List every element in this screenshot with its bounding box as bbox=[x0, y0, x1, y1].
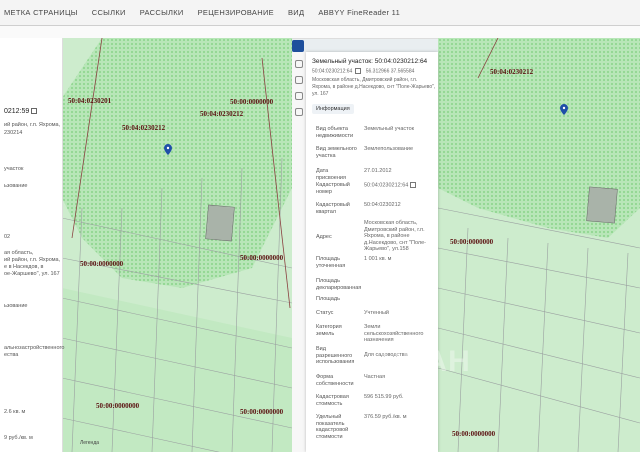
sidebar-line: 2.6 кв. м bbox=[4, 409, 26, 415]
word-ribbon: МЕТКА СТРАНИЦЫ ССЫЛКИ РАССЫЛКИ РЕЦЕНЗИРО… bbox=[0, 0, 640, 26]
map-label-left-2: 50:00:0000000 bbox=[230, 98, 274, 106]
left-info-panel: 0212:59 ий район, г.п. Яхрома, 230214 уч… bbox=[0, 38, 65, 452]
ribbon-tab-mailings[interactable]: РАССЫЛКИ bbox=[140, 8, 184, 17]
map-label-right-3: 50:00:0000000 bbox=[452, 430, 496, 438]
map-label-right-2: 50:00:0000000 bbox=[450, 238, 494, 246]
map-label-left-1: 50:04:0230201 bbox=[68, 97, 112, 105]
map-label-left-3: 50:04:0230212 bbox=[200, 110, 244, 118]
watermark-logo: ЦИАН bbox=[380, 345, 471, 378]
ribbon-tab-references[interactable]: ССЫЛКИ bbox=[92, 8, 126, 17]
card-title: Земельный участок: 50:04:0230212:64 bbox=[312, 58, 428, 65]
sidebar-line: е в Насекдов, в bbox=[4, 264, 44, 270]
map-right[interactable]: 50:04:0230212 50:00:0000000 50:00:000000… bbox=[438, 38, 640, 452]
sidebar-line: ьзование bbox=[4, 183, 28, 189]
legend-label[interactable]: Легенда bbox=[80, 440, 99, 446]
map-label-right-1: 50:04:0230212 bbox=[490, 68, 534, 76]
map-label-left-5: 50:00:0000000 bbox=[80, 260, 124, 268]
sidebar-line: ества bbox=[4, 352, 19, 358]
ribbon-tab-view[interactable]: ВИД bbox=[288, 8, 304, 17]
ribbon-tab-abbyy[interactable]: ABBYY FineReader 11 bbox=[318, 8, 400, 17]
ribbon-tab-review[interactable]: РЕЦЕНЗИРОВАНИЕ bbox=[198, 8, 274, 17]
info-icon[interactable] bbox=[295, 108, 303, 116]
sidebar-line: альнозастройственного bbox=[4, 345, 65, 351]
ribbon-tab-page-layout[interactable]: МЕТКА СТРАНИЦЫ bbox=[4, 8, 78, 17]
card-tool-strip bbox=[292, 52, 307, 452]
layers-icon[interactable] bbox=[295, 76, 303, 84]
bookmark-icon[interactable] bbox=[295, 92, 303, 100]
card-subline: 50:04:0230212:64 56.312966 37.565584 bbox=[312, 68, 415, 75]
sidebar-line: ая область, bbox=[4, 250, 34, 256]
sidebar-cadastral-number: 0212:59 bbox=[4, 108, 38, 115]
sidebar-line: ий район, г.п. Яхрома, bbox=[4, 257, 61, 263]
map-left[interactable]: 50:04:0230201 50:00:0000000 50:04:023021… bbox=[62, 38, 292, 452]
sidebar-line: участок bbox=[4, 166, 24, 172]
sidebar-line: 9 руб./кв. м bbox=[4, 435, 33, 441]
copy-icon[interactable] bbox=[355, 68, 362, 74]
search-icon[interactable] bbox=[295, 60, 303, 68]
map-label-left-4: 50:04:0230212 bbox=[122, 124, 166, 132]
sidebar-line: ий район, г.п. Яхрома, bbox=[4, 122, 61, 128]
map-label-left-7: 50:00:0000000 bbox=[240, 408, 284, 416]
card-address: Московская область, Дмитровский район, г… bbox=[312, 77, 436, 98]
map-label-left-8: 50:00:0000000 bbox=[96, 402, 140, 410]
sidebar-line: 230214 bbox=[4, 130, 23, 136]
sidebar-line: ое-Жаршево", ул. 167 bbox=[4, 271, 60, 277]
copy-icon[interactable] bbox=[31, 108, 38, 115]
app-logo-icon bbox=[292, 40, 304, 52]
parcel-info-card: Земельный участок: 50:04:0230212:64 50:0… bbox=[306, 52, 438, 452]
sidebar-line: ьзование bbox=[4, 303, 28, 309]
copy-icon[interactable] bbox=[410, 182, 417, 188]
sidebar-line: 02 bbox=[4, 234, 11, 240]
map-label-left-6: 50:00:0000000 bbox=[240, 254, 284, 262]
tab-information[interactable]: Информация bbox=[312, 104, 354, 114]
